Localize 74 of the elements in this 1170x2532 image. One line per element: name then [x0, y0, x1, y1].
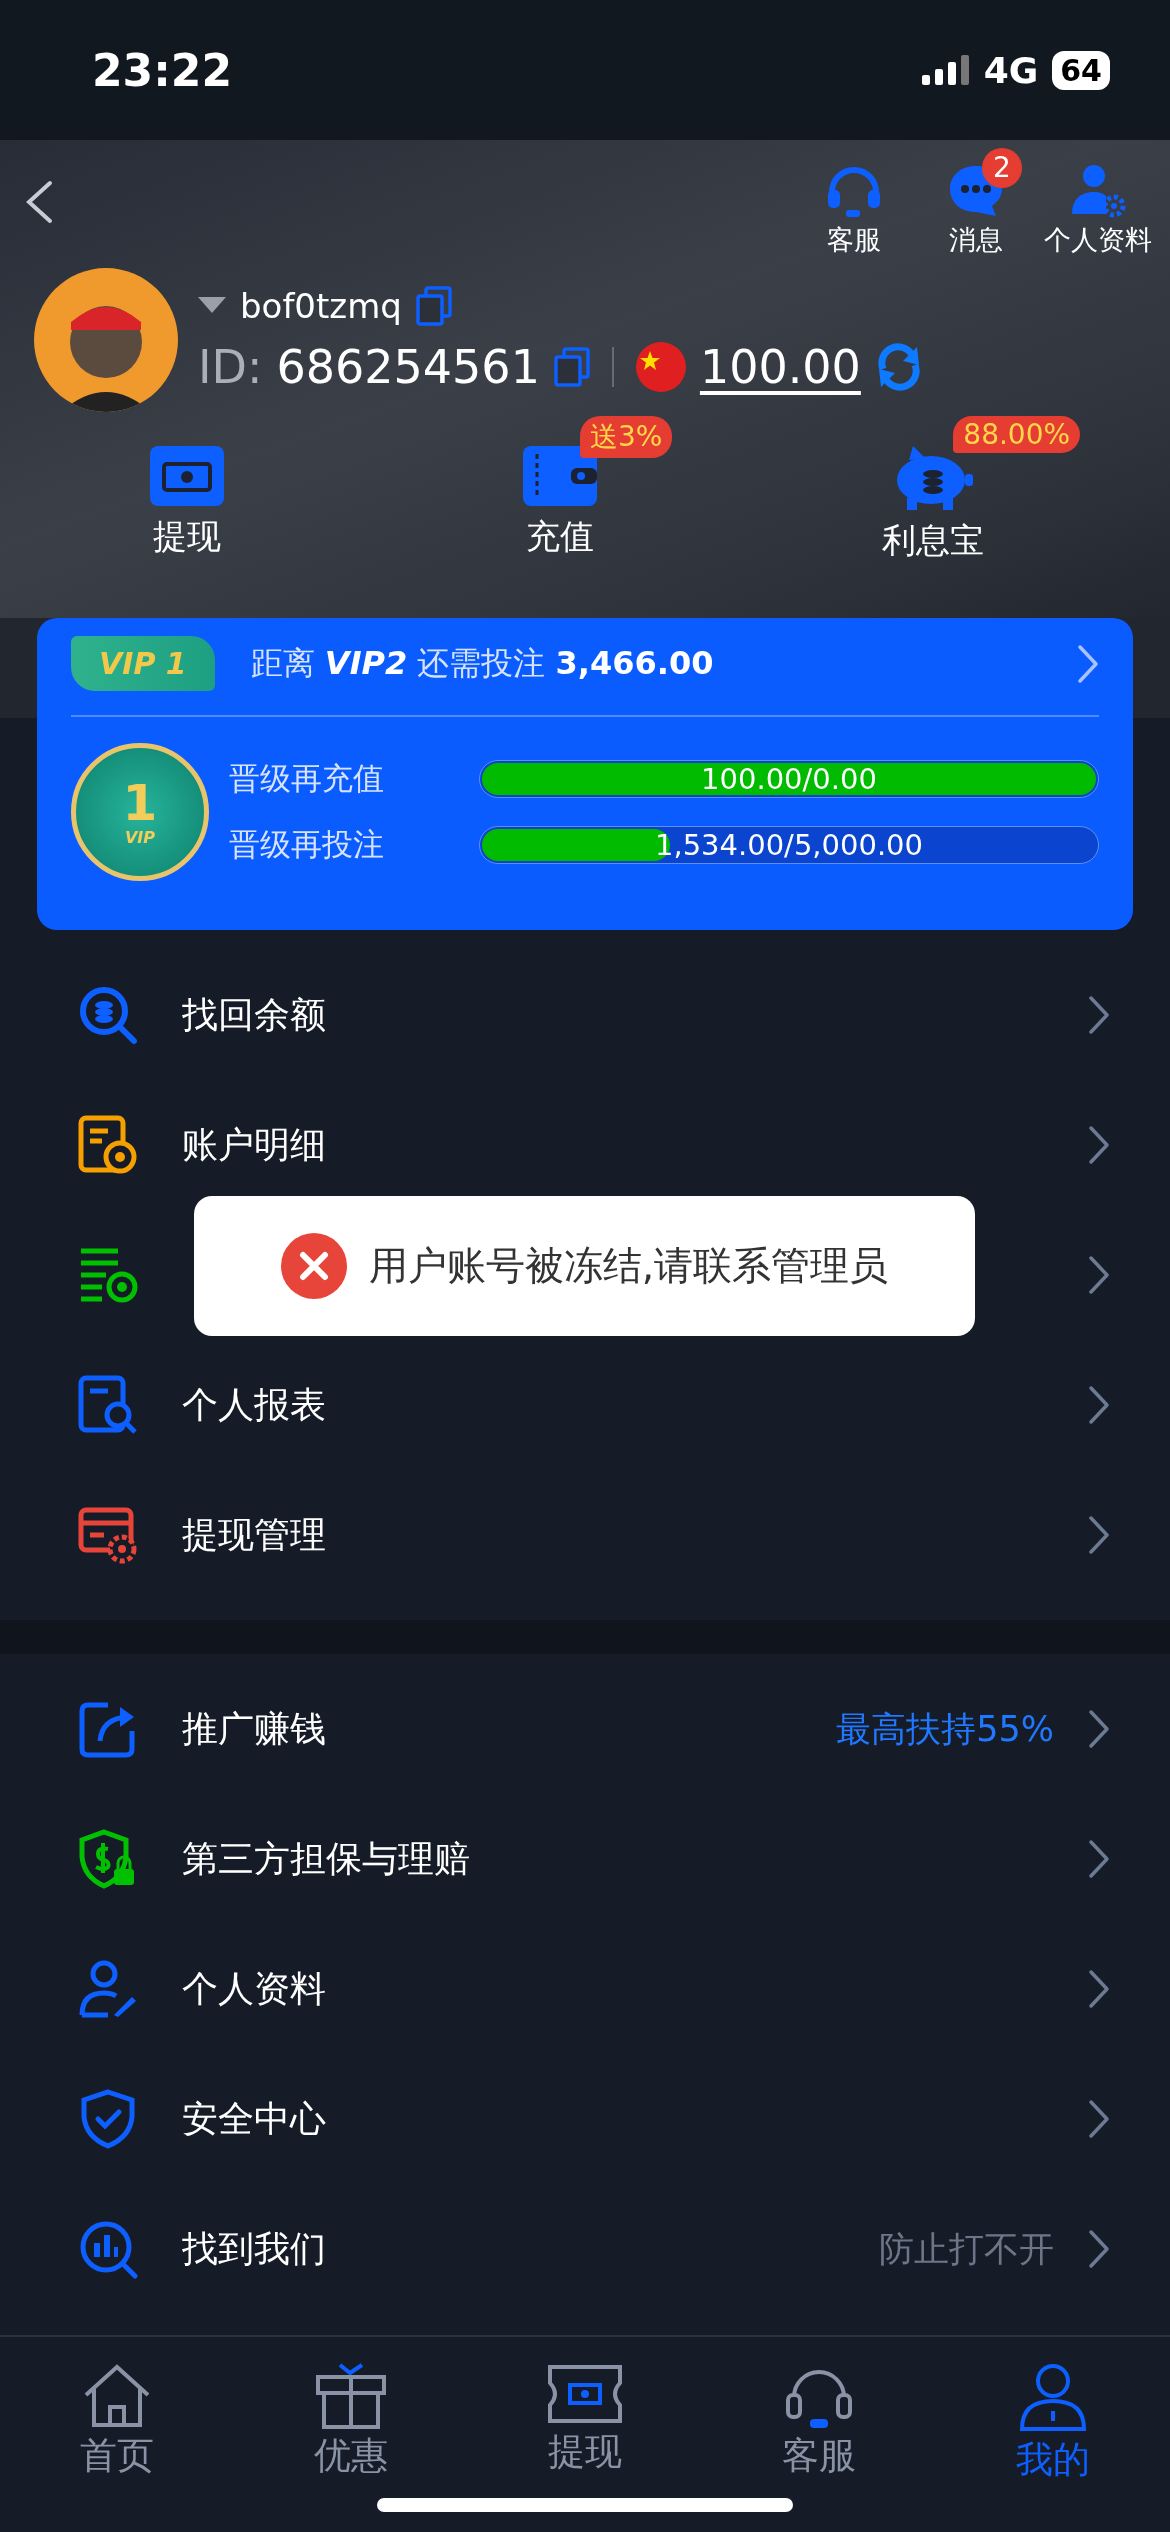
menu-label: 第三方担保与理赔 [182, 1836, 470, 1881]
tab[interactable]: 客服 [702, 2363, 936, 2481]
menu-row[interactable]: 第三方担保与理赔 [0, 1794, 1170, 1924]
tab[interactable]: 首页 [0, 2363, 234, 2481]
error-icon [280, 1233, 347, 1299]
medal-caption: VIP [124, 827, 156, 847]
menu-row[interactable]: 找回余额 [0, 950, 1170, 1080]
promo-badge: 88.00% [953, 416, 1081, 453]
chevron-right-icon [1088, 1255, 1110, 1295]
promo-badge: 送3% [580, 416, 673, 458]
id-label: ID: [198, 340, 263, 394]
chevron-right-icon [1088, 1125, 1110, 1165]
progress-label: 晋级再投注 [229, 825, 385, 864]
menu-note: 防止打不开 [879, 2227, 1054, 2271]
menu-row[interactable]: 提现管理 [0, 1470, 1170, 1600]
menu-row[interactable]: 安全中心 [0, 2054, 1170, 2184]
medal-number: 1 [122, 777, 158, 828]
chevron-right-icon [1088, 2099, 1110, 2139]
menu-label: 找回余额 [182, 992, 326, 1037]
chevron-right-icon [1088, 1709, 1110, 1749]
header-action[interactable]: 个人资料 [1042, 148, 1154, 258]
report-search-icon [78, 1375, 138, 1435]
menu-label: 个人资料 [182, 1966, 326, 2011]
menu-row[interactable]: 推广赚钱 最高扶持55% [0, 1664, 1170, 1794]
document-icon [78, 1115, 138, 1175]
gift-icon [314, 2363, 388, 2429]
user-edit-icon [78, 1959, 138, 2019]
chevron-right-icon [1088, 2229, 1110, 2269]
chevron-right-icon [1077, 643, 1099, 684]
balance-amount[interactable]: 100.00 [699, 340, 861, 394]
menu-label: 账户明细 [182, 1122, 326, 1167]
menu-note: 最高扶持55% [836, 1707, 1054, 1751]
back-icon[interactable] [24, 180, 54, 224]
status-time: 23:22 [92, 44, 233, 96]
quick-action[interactable]: 88.00% 利息宝 [746, 416, 1120, 564]
dropdown-caret-icon[interactable] [198, 297, 226, 315]
chevron-right-icon [1088, 1969, 1110, 2009]
tab[interactable]: 优惠 [234, 2363, 468, 2481]
notification-badge: 2 [982, 148, 1022, 188]
menu-label: 提现管理 [182, 1512, 326, 1557]
search-chart-icon [78, 2219, 138, 2279]
signal-icon [921, 55, 970, 85]
network-type: 4G [983, 49, 1039, 91]
chevron-right-icon [1088, 1385, 1110, 1425]
tab[interactable]: 提现 [468, 2363, 702, 2477]
search-coins-icon [78, 985, 138, 1045]
copy-icon[interactable] [553, 347, 590, 387]
card-settings-icon [78, 1505, 138, 1565]
cash-icon [149, 446, 224, 506]
quick-action[interactable]: 提现 [0, 416, 374, 564]
user-id: 686254561 [276, 340, 540, 394]
menu-row[interactable]: 个人资料 [0, 1924, 1170, 2054]
menu-row[interactable]: 个人报表 [0, 1340, 1170, 1470]
vip-level-badge: VIP 1 [71, 636, 215, 691]
copy-icon[interactable] [415, 286, 452, 326]
ticket-cash-icon [546, 2363, 624, 2425]
username: bof0tzmq [240, 286, 402, 326]
chevron-right-icon [1088, 1515, 1110, 1555]
header-action[interactable]: 客服 [798, 148, 910, 258]
menu-label: 个人报表 [182, 1382, 326, 1427]
flag-icon [635, 342, 686, 392]
quick-action[interactable]: 送3% 充值 [373, 416, 747, 564]
menu-row[interactable]: 找到我们 防止打不开 [0, 2184, 1170, 2314]
error-toast: 用户账号被冻结,请联系管理员 [194, 1196, 975, 1336]
battery-level: 64 [1052, 50, 1110, 90]
menu-label: 推广赚钱 [182, 1706, 326, 1751]
menu-label: 找到我们 [182, 2226, 326, 2271]
menu-label: 安全中心 [182, 2096, 326, 2141]
chevron-right-icon [1088, 995, 1110, 1035]
chevron-right-icon [1088, 1839, 1110, 1879]
progress-label: 晋级再充值 [229, 759, 385, 798]
vip-upgrade-summary: 距离 VIP2 还需投注 3,466.00 [250, 642, 715, 684]
progress-reading: 100.00/0.00 [700, 761, 878, 797]
header-action[interactable]: 2 消息 [920, 148, 1032, 258]
